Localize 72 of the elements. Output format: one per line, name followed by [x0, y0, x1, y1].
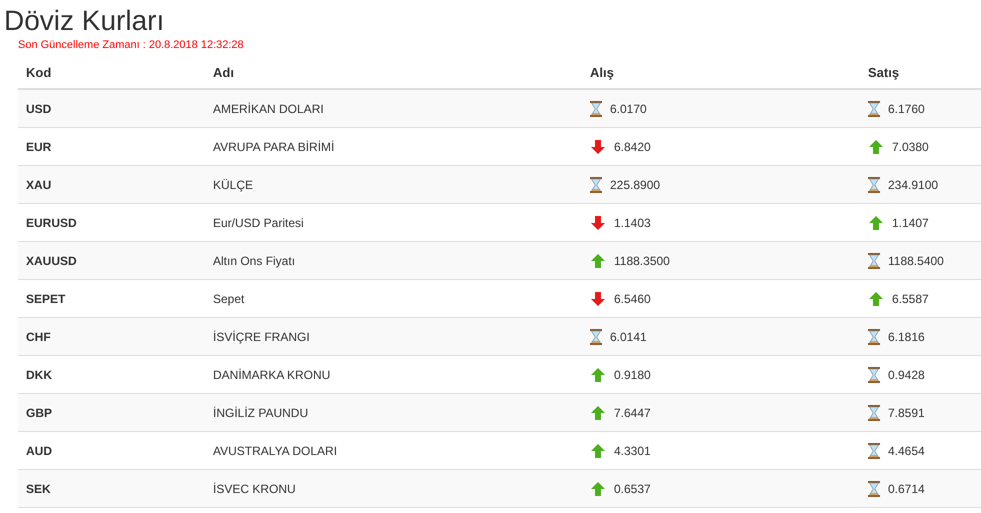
- hourglass-icon: [868, 100, 880, 116]
- currency-code: DKK: [26, 368, 52, 382]
- rate-value: 6.8420: [614, 138, 651, 156]
- rate-value: 6.1760: [888, 100, 925, 118]
- rate-value: 1188.3500: [614, 252, 670, 270]
- currency-name: KÜLÇE: [213, 178, 254, 192]
- rate-value: 0.9180: [614, 366, 651, 384]
- rate-value: 225.8900: [610, 176, 660, 194]
- hourglass-icon: [868, 480, 880, 496]
- currency-name: İSVİÇRE FRANGI: [213, 330, 310, 344]
- currency-name: AVRUPA PARA BİRİMİ: [213, 140, 334, 154]
- currency-name: AMERİKAN DOLARI: [213, 102, 324, 116]
- rate-value: 4.3301: [614, 442, 651, 460]
- currency-code: GBP: [26, 406, 52, 420]
- up-arrow-icon: [868, 290, 884, 306]
- currency-name: AVUSTRALYA DOLARI: [213, 444, 338, 458]
- column-header: Alış: [590, 64, 614, 80]
- rate-value: 6.5587: [892, 290, 929, 308]
- currency-name: DANİMARKA KRONU: [213, 368, 330, 382]
- currency-name: Eur/USD Paritesi: [213, 216, 304, 230]
- last-update-text: Son Güncelleme Zamanı : 20.8.2018 12:32:28: [18, 38, 244, 52]
- currency-code: CHF: [26, 330, 51, 344]
- hourglass-icon: [868, 442, 880, 458]
- hourglass-icon: [868, 176, 880, 192]
- hourglass-icon: [590, 328, 602, 344]
- currency-name: Altın Ons Fiyatı: [213, 254, 296, 268]
- currency-code: XAUUSD: [26, 254, 77, 268]
- up-arrow-icon: [590, 252, 606, 268]
- rate-value: 0.9428: [888, 366, 925, 384]
- rate-value: 6.0141: [610, 328, 647, 346]
- up-arrow-icon: [868, 138, 884, 154]
- currency-code: EURUSD: [26, 216, 77, 230]
- rate-value: 6.0170: [610, 100, 647, 118]
- column-header: Satış: [868, 64, 900, 80]
- down-arrow-icon: [590, 290, 606, 306]
- rate-value: 7.8591: [888, 404, 925, 422]
- currency-code: SEPET: [26, 292, 66, 306]
- rate-value: 4.4654: [888, 442, 925, 460]
- currency-name: İSVEC KRONU: [213, 482, 296, 496]
- currency-code: AUD: [26, 444, 52, 458]
- up-arrow-icon: [590, 480, 606, 496]
- rate-value: 1.1407: [892, 214, 929, 232]
- currency-name: İNGİLİZ PAUNDU: [213, 406, 308, 420]
- up-arrow-icon: [590, 404, 606, 420]
- column-header: Kod: [26, 64, 52, 80]
- currency-name: Sepet: [213, 292, 244, 306]
- hourglass-icon: [590, 176, 602, 192]
- rate-value: 1188.5400: [888, 252, 944, 270]
- down-arrow-icon: [590, 138, 606, 154]
- currency-code: XAU: [26, 178, 52, 192]
- hourglass-icon: [868, 404, 880, 420]
- column-header: Adı: [213, 64, 234, 80]
- hourglass-icon: [590, 100, 602, 116]
- currency-code: EUR: [26, 140, 52, 154]
- currency-code: USD: [26, 102, 52, 116]
- rate-value: 6.1816: [888, 328, 925, 346]
- up-arrow-icon: [590, 442, 606, 458]
- up-arrow-icon: [868, 214, 884, 230]
- hourglass-icon: [868, 366, 880, 382]
- page-title: Döviz Kurları: [3, 4, 166, 38]
- currency-code: SEK: [26, 482, 51, 496]
- rate-value: 7.6447: [614, 404, 651, 422]
- rate-value: 0.6714: [888, 480, 925, 498]
- up-arrow-icon: [590, 366, 606, 382]
- rate-value: 6.5460: [614, 290, 651, 308]
- rate-value: 1.1403: [614, 214, 651, 232]
- rate-value: 7.0380: [892, 138, 929, 156]
- down-arrow-icon: [590, 214, 606, 230]
- rate-value: 234.9100: [888, 176, 938, 194]
- hourglass-icon: [868, 328, 880, 344]
- hourglass-icon: [868, 252, 880, 268]
- rate-value: 0.6537: [614, 480, 651, 498]
